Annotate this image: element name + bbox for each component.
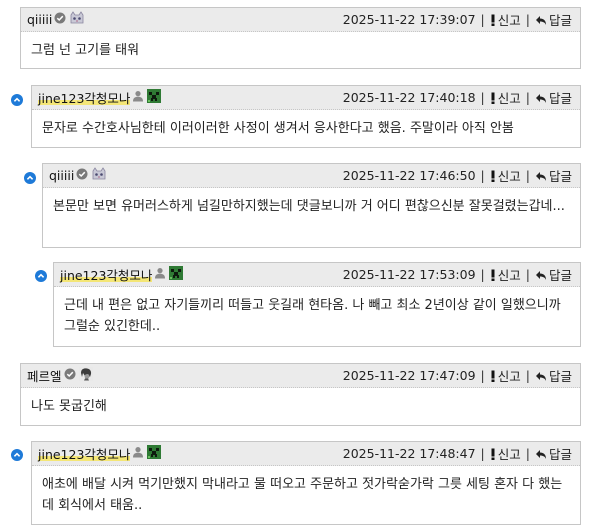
reply-indicator-icon	[24, 172, 36, 184]
report-button[interactable]: 신고	[490, 88, 521, 107]
comment-meta: 2025-11-22 17:39:07 | 신고 | 답글	[343, 10, 572, 29]
divider: |	[480, 12, 485, 27]
comment-text: 근데 내 편은 없고 자기들끼리 떠들고 웃길래 현타옴. 나 빼고 최소 2년…	[64, 298, 561, 334]
report-label: 신고	[497, 91, 521, 106]
divider: |	[480, 90, 485, 105]
report-label: 신고	[497, 268, 521, 283]
comment-header: 페르엘 2025-11-22 17:47:09 | 신고 | 답글	[21, 364, 580, 388]
reply-button[interactable]: 답글	[535, 444, 572, 463]
report-button[interactable]: 신고	[490, 366, 521, 385]
report-label: 신고	[497, 169, 521, 184]
comment-timestamp: 2025-11-22 17:46:50	[342, 168, 476, 183]
report-button[interactable]: 신고	[490, 166, 521, 185]
comment-author[interactable]: qiiiii	[27, 10, 85, 29]
comment-author[interactable]: jine123각청모나	[38, 88, 162, 107]
comment-header: qiiiii 2025-11-22 17:46:50 | 신고 | 답글	[43, 164, 580, 188]
comment-item: jine123각청모나 2025-11-22 17:48:47 | 신고 | 답…	[31, 441, 581, 525]
comment-text: 그럼 넌 고기를 태워	[31, 43, 140, 58]
verified-check-icon	[54, 12, 66, 28]
report-label: 신고	[497, 447, 521, 462]
divider: |	[525, 368, 530, 383]
divider: |	[525, 90, 530, 105]
reply-button[interactable]: 답글	[535, 10, 572, 29]
comment-author[interactable]: qiiiii	[49, 166, 107, 185]
reply-indicator-icon	[35, 270, 47, 282]
comment-text: 문자로 수간호사님한테 이러이러한 사정이 생겨서 응사한다고 했음. 주말이라…	[42, 121, 514, 136]
divider: |	[525, 168, 530, 183]
avatar-creeper-icon	[147, 444, 162, 463]
divider: |	[525, 12, 530, 27]
comment-meta: 2025-11-22 17:46:50 | 신고 | 답글	[343, 166, 572, 185]
reply-label: 답글	[548, 268, 572, 283]
report-button[interactable]: 신고	[490, 265, 521, 284]
reply-label: 답글	[548, 169, 572, 184]
divider: |	[525, 267, 530, 282]
avatar-cat-icon	[91, 166, 107, 185]
reply-button[interactable]: 답글	[535, 88, 572, 107]
reply-button[interactable]: 답글	[535, 166, 572, 185]
comment-timestamp: 2025-11-22 17:53:09	[342, 267, 476, 282]
author-nickname[interactable]: jine123각청모나	[38, 444, 131, 463]
divider: |	[525, 446, 530, 461]
comment-header: jine123각청모나 2025-11-22 17:48:47 | 신고 | 답…	[32, 442, 580, 466]
divider: |	[480, 168, 485, 183]
divider: |	[480, 446, 485, 461]
report-label: 신고	[497, 369, 521, 384]
reply-button[interactable]: 답글	[535, 366, 572, 385]
comment-author[interactable]: 페르엘	[27, 366, 93, 385]
report-button[interactable]: 신고	[490, 444, 521, 463]
member-person-icon	[132, 446, 144, 462]
comment-meta: 2025-11-22 17:47:09 | 신고 | 답글	[343, 366, 572, 385]
comment-item: qiiiii 2025-11-22 17:46:50 | 신고 | 답글 본문만…	[42, 163, 581, 248]
verified-check-icon	[64, 368, 76, 384]
report-button[interactable]: 신고	[490, 10, 521, 29]
divider: |	[480, 267, 485, 282]
comment-timestamp: 2025-11-22 17:40:18	[342, 90, 476, 105]
reply-label: 답글	[548, 447, 572, 462]
reply-button[interactable]: 답글	[535, 265, 572, 284]
comment-item: jine123각청모나 2025-11-22 17:53:09 | 신고 | 답…	[53, 262, 581, 347]
reply-indicator-icon	[11, 449, 23, 461]
comment-meta: 2025-11-22 17:48:47 | 신고 | 답글	[343, 444, 572, 463]
reply-label: 답글	[548, 369, 572, 384]
avatar-character-icon	[78, 366, 93, 385]
comment-timestamp: 2025-11-22 17:39:07	[342, 12, 476, 27]
verified-check-icon	[76, 168, 88, 184]
comment-item: qiiiii 2025-11-22 17:39:07 | 신고 | 답글 그럼 …	[20, 7, 581, 69]
reply-label: 답글	[548, 13, 572, 28]
avatar-creeper-icon	[147, 88, 162, 107]
comment-text: 애초에 배달 시켜 먹기만했지 막내라고 물 떠오고 주문하고 젓가락숟가락 그…	[42, 477, 563, 513]
author-nickname[interactable]: jine123각청모나	[60, 265, 153, 284]
comment-header: jine123각청모나 2025-11-22 17:40:18 | 신고 | 답…	[32, 86, 580, 110]
divider: |	[480, 368, 485, 383]
avatar-creeper-icon	[169, 265, 184, 284]
comment-meta: 2025-11-22 17:53:09 | 신고 | 답글	[343, 265, 572, 284]
comment-meta: 2025-11-22 17:40:18 | 신고 | 답글	[343, 88, 572, 107]
report-label: 신고	[497, 13, 521, 28]
comment-header: jine123각청모나 2025-11-22 17:53:09 | 신고 | 답…	[54, 263, 580, 287]
author-nickname[interactable]: 페르엘	[27, 366, 62, 385]
author-nickname[interactable]: jine123각청모나	[38, 88, 131, 107]
member-person-icon	[154, 267, 166, 283]
comment-text: 본문만 보면 유머러스하게 넘길만하지했는데 댓글보니까 거 어디 편찮으신분 …	[53, 199, 565, 214]
comment-author[interactable]: jine123각청모나	[38, 444, 162, 463]
reply-indicator-icon	[11, 94, 23, 106]
comment-text: 나도 못굽긴해	[31, 399, 107, 414]
author-nickname[interactable]: qiiiii	[27, 12, 52, 27]
comment-header: qiiiii 2025-11-22 17:39:07 | 신고 | 답글	[21, 8, 580, 32]
reply-label: 답글	[548, 91, 572, 106]
comment-item: 페르엘 2025-11-22 17:47:09 | 신고 | 답글 나도 못굽긴…	[20, 363, 581, 426]
member-person-icon	[132, 90, 144, 106]
comment-item: jine123각청모나 2025-11-22 17:40:18 | 신고 | 답…	[31, 85, 581, 148]
avatar-cat-icon	[69, 10, 85, 29]
author-nickname[interactable]: qiiiii	[49, 168, 74, 183]
comment-author[interactable]: jine123각청모나	[60, 265, 184, 284]
comment-timestamp: 2025-11-22 17:48:47	[342, 446, 476, 461]
comment-timestamp: 2025-11-22 17:47:09	[342, 368, 476, 383]
